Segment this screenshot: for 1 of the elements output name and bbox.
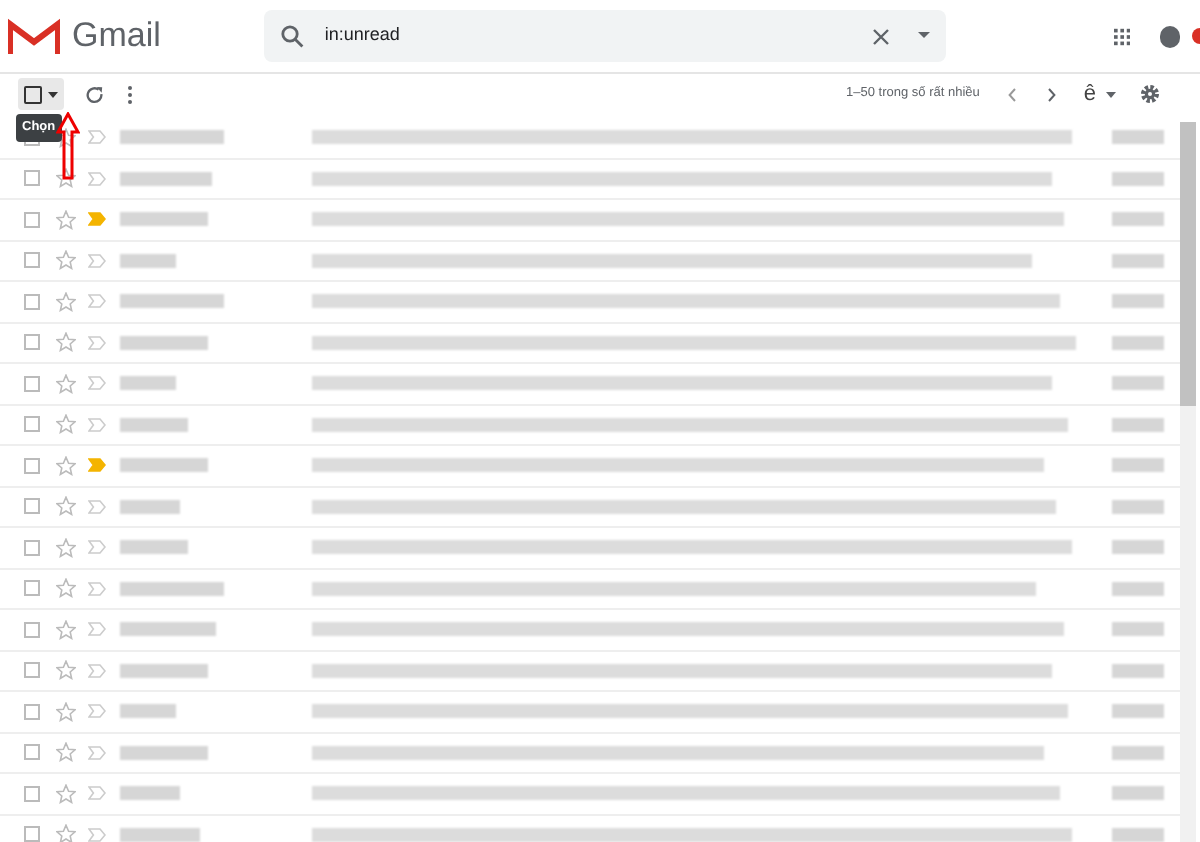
app-name: Gmail (72, 14, 161, 59)
